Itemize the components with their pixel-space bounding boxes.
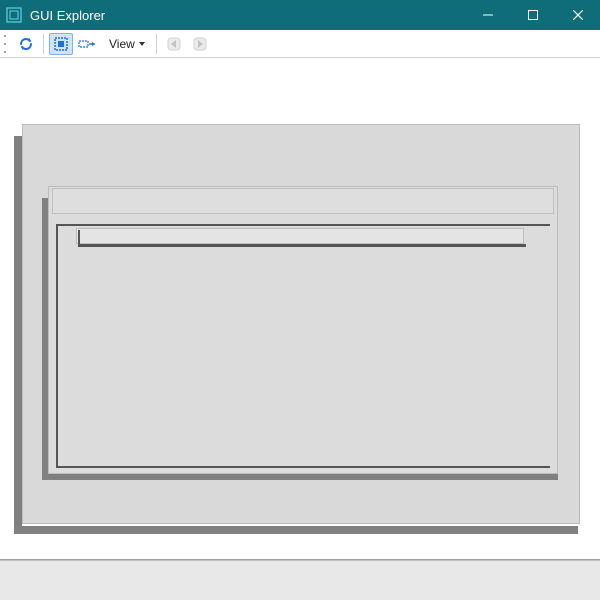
view-menu-button[interactable]: View (101, 33, 151, 55)
nav-forward-button[interactable] (188, 33, 212, 55)
close-button[interactable] (555, 0, 600, 30)
inset-row[interactable] (76, 228, 524, 244)
canvas-area[interactable] (0, 58, 600, 560)
selection-mode-button[interactable] (49, 33, 73, 55)
nav-back-button[interactable] (162, 33, 186, 55)
minimize-button[interactable] (465, 0, 510, 30)
frame-line (78, 244, 526, 247)
refresh-button[interactable] (14, 33, 38, 55)
frame-line (56, 466, 550, 468)
panel-shadow (42, 474, 558, 480)
maximize-button[interactable] (510, 0, 555, 30)
window-title: GUI Explorer (30, 8, 465, 23)
app-icon (6, 7, 22, 23)
frame-line (56, 224, 550, 226)
view-label: View (109, 37, 135, 51)
statusbar (0, 560, 600, 600)
panel-shadow (14, 136, 22, 534)
toolbar: View (0, 30, 600, 58)
toolbar-separator (43, 34, 44, 54)
titlebar: GUI Explorer (0, 0, 600, 30)
panel-shadow (14, 526, 578, 534)
inset-header[interactable] (52, 188, 554, 214)
frame-line (56, 224, 58, 468)
frame-line (78, 230, 80, 246)
chevron-down-icon (139, 42, 145, 46)
toolbar-grip (4, 35, 10, 53)
window-controls (465, 0, 600, 30)
toolbar-separator (156, 34, 157, 54)
outline-mode-button[interactable] (75, 33, 99, 55)
